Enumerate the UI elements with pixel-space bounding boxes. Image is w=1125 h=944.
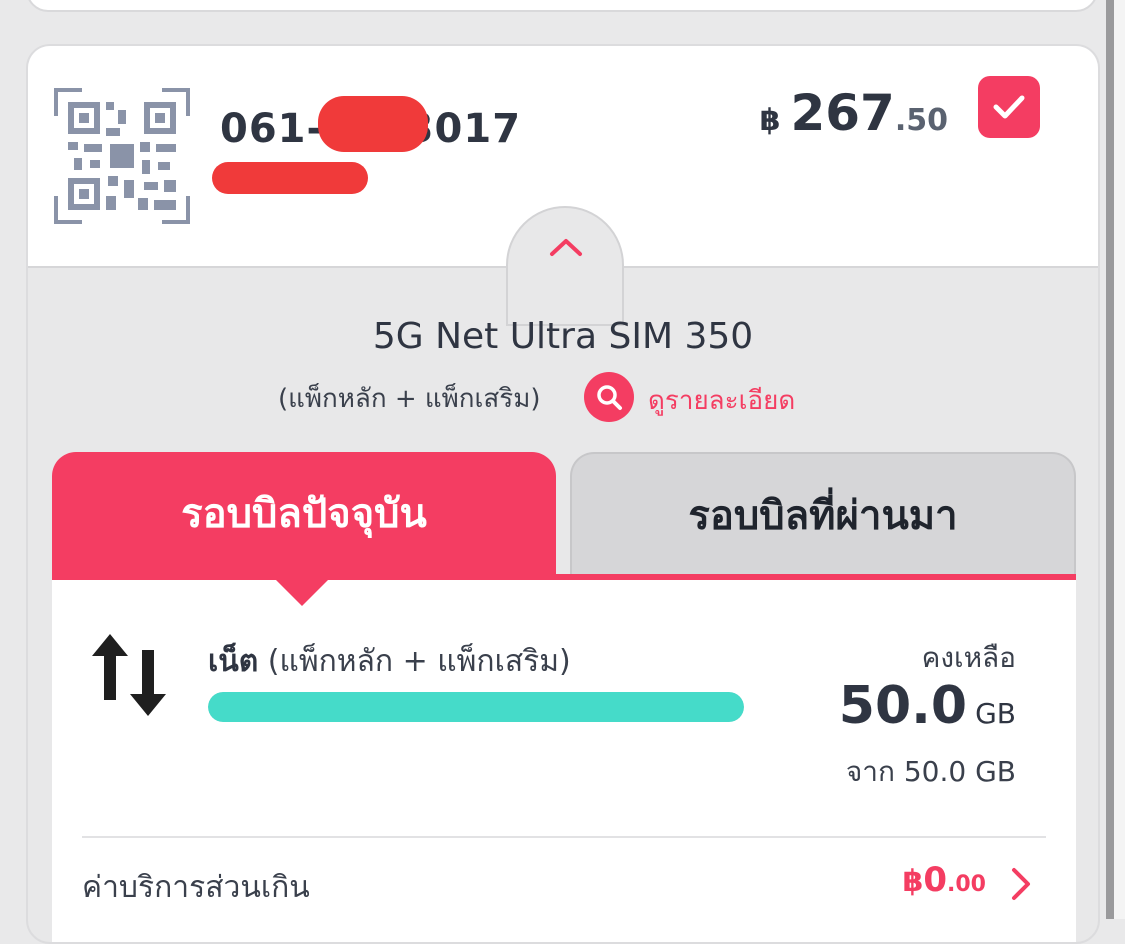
collapse-toggle[interactable] — [506, 206, 624, 326]
redaction-mark — [212, 162, 368, 194]
amount-integer: 0 — [923, 860, 948, 900]
chevron-right-icon[interactable] — [1010, 866, 1032, 902]
qr-code-icon[interactable] — [54, 88, 190, 224]
active-tab-pointer — [276, 580, 328, 606]
remaining-unit: GB — [975, 697, 1016, 730]
tab-current-bill-cycle[interactable]: รอบบิลปัจจุบัน — [52, 452, 556, 576]
usage-title-bold: เน็ต — [208, 644, 259, 679]
checkmark-icon — [993, 95, 1025, 119]
remaining-value: 50.0 GB — [839, 676, 1016, 736]
tab-previous-bill-cycle[interactable]: รอบบิลที่ผ่านมา — [570, 452, 1076, 576]
remaining-number: 50.0 — [838, 676, 968, 736]
view-details-link[interactable]: ดูรายละเอียด — [648, 380, 795, 421]
currency-symbol: ฿ — [759, 103, 781, 138]
amount-decimal: .00 — [947, 872, 986, 897]
redaction-mark — [318, 96, 428, 152]
previous-card-edge — [26, 0, 1098, 12]
view-details-button[interactable] — [584, 372, 634, 422]
overage-label[interactable]: ค่าบริการส่วนเกิน — [82, 864, 310, 911]
screen-edge — [1114, 0, 1125, 919]
data-transfer-icon — [92, 634, 166, 716]
package-subtitle: (แพ็กหลัก + แพ็กเสริม) — [278, 384, 541, 414]
package-name: 5G Net Ultra SIM 350 — [372, 316, 754, 357]
usage-progress-fill — [208, 692, 744, 722]
divider — [82, 836, 1046, 838]
sim-card: 061- -3017 ฿ 267.50 5G Net Ultra SIM 350 (… — [26, 44, 1100, 944]
bill-amount: ฿ 267.50 — [760, 84, 948, 142]
chevron-up-icon — [550, 239, 582, 256]
amount-decimal: .50 — [894, 103, 948, 138]
scrollbar-track — [1106, 0, 1114, 919]
total-quota: จาก 50.0 GB — [845, 755, 1016, 788]
overage-amount[interactable]: ฿0.00 — [902, 860, 986, 900]
search-icon — [597, 385, 622, 410]
remaining-label: คงเหลือ — [921, 641, 1016, 674]
amount-integer: 267 — [790, 84, 895, 142]
currency-symbol: ฿ — [902, 864, 924, 899]
usage-title-rest: (แพ็กหลัก + แพ็กเสริม) — [258, 644, 571, 679]
usage-progress-bar — [208, 692, 744, 722]
usage-title: เน็ต (แพ็กหลัก + แพ็กเสริม) — [208, 638, 571, 685]
select-checkbox[interactable] — [978, 76, 1040, 138]
phone-prefix: 061- — [220, 106, 325, 152]
